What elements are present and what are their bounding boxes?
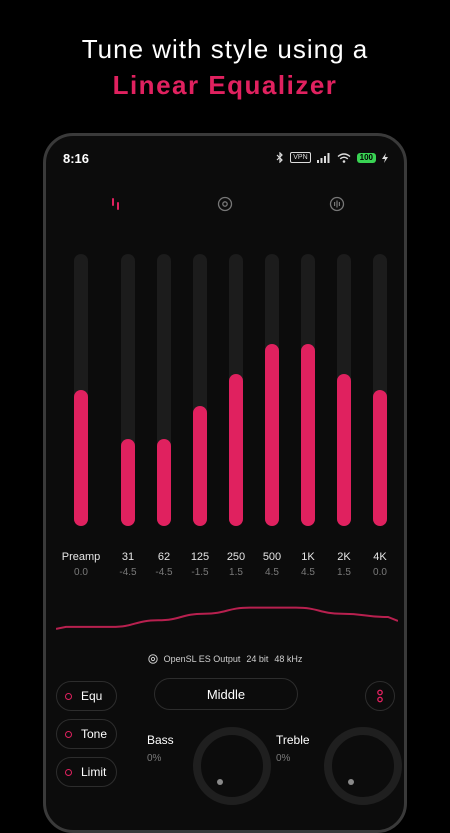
charging-icon (382, 152, 388, 163)
slider-1k[interactable] (301, 254, 315, 526)
treble-value: 0% (276, 753, 291, 764)
status-icons: VPN 100 (276, 152, 388, 163)
bass-label: Bass (147, 733, 174, 747)
bluetooth-icon (276, 152, 284, 163)
slider-62[interactable] (157, 254, 171, 526)
waveform-icon (329, 196, 345, 212)
tone-button[interactable]: Tone (56, 719, 117, 749)
band-value: 4.5 (265, 567, 279, 578)
band-value: -4.5 (119, 567, 137, 578)
band-label: 125 (190, 551, 210, 563)
band-value: -1.5 (191, 567, 209, 578)
status-time: 8:16 (63, 151, 90, 166)
promo-subheadline: Linear Equalizer (112, 70, 338, 100)
slider-preamp[interactable] (74, 254, 88, 526)
equ-button[interactable]: Equ (56, 681, 117, 711)
slider-fill (121, 439, 135, 526)
band-label: 1K (301, 551, 315, 563)
menu-button[interactable] (365, 681, 395, 711)
wifi-icon (337, 152, 351, 163)
treble-knob[interactable] (324, 727, 402, 805)
limit-button[interactable]: Limit (56, 757, 117, 787)
output-device: OpenSL ES Output (163, 654, 241, 664)
equ-button-label: Equ (81, 689, 103, 703)
tone-tab[interactable] (215, 194, 235, 214)
slider-fill (265, 344, 279, 526)
equalizer-icon (112, 198, 119, 210)
output-info: OpenSL ES Output 24 bit 48 kHz (46, 654, 404, 664)
limit-button-label: Limit (81, 765, 107, 779)
slider-fill (157, 439, 171, 526)
slider-fill (301, 344, 315, 526)
band-value: 1.5 (229, 567, 243, 578)
band-value: 0.0 (373, 567, 387, 578)
tone-button-label: Tone (81, 727, 108, 741)
knob-indicator (348, 779, 354, 785)
disc-icon (217, 196, 233, 212)
output-bit-depth: 24 bit (246, 654, 269, 664)
slider-fill (373, 390, 387, 526)
phone-screen: 8:16 VPN 100 Preamp 0.0 31 -4.5 62 -4.5 … (43, 133, 407, 833)
bass-value: 0% (147, 753, 162, 764)
band-label: Preamp (61, 551, 101, 563)
band-value: -4.5 (155, 567, 173, 578)
radio-dot-icon (65, 768, 72, 776)
slider-31[interactable] (121, 254, 135, 526)
band-label: 2K (337, 551, 351, 563)
band-label: 500 (262, 551, 282, 563)
band-value: 0.0 (74, 567, 88, 578)
slider-fill (229, 374, 243, 526)
vpn-icon: VPN (290, 152, 311, 163)
eq-response-curve (56, 606, 398, 630)
band-label: 31 (121, 551, 135, 563)
signal-icon (316, 152, 330, 163)
slider-4k[interactable] (373, 254, 387, 526)
slider-fill (337, 374, 351, 526)
band-value: 4.5 (301, 567, 315, 578)
bass-knob[interactable] (193, 727, 271, 805)
radio-dot-icon (65, 692, 72, 700)
promo-headline: Tune with style using a (81, 34, 369, 64)
radio-dot-icon (65, 730, 72, 738)
limiter-tab[interactable] (327, 194, 347, 214)
band-label: 62 (157, 551, 171, 563)
knob-indicator (217, 779, 223, 785)
slider-250[interactable] (229, 254, 243, 526)
output-sample-rate: 48 kHz (274, 654, 303, 664)
slider-fill (193, 406, 207, 526)
band-label: 4K (373, 551, 387, 563)
band-value: 1.5 (337, 567, 351, 578)
slider-125[interactable] (193, 254, 207, 526)
battery-icon: 100 (356, 152, 376, 163)
treble-label: Treble (276, 733, 310, 747)
slider-2k[interactable] (337, 254, 351, 526)
slider-fill (74, 390, 88, 526)
band-label: 250 (226, 551, 246, 563)
slider-500[interactable] (265, 254, 279, 526)
preset-button[interactable]: Middle (154, 678, 298, 710)
equalizer-tab[interactable] (106, 194, 126, 214)
more-dots-icon (377, 689, 383, 703)
speaker-icon (147, 654, 158, 664)
